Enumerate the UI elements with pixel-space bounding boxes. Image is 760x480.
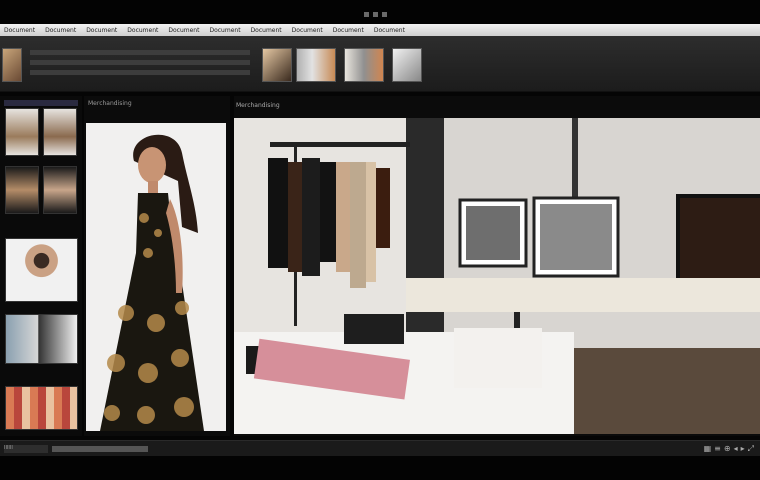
sidebar-header xyxy=(4,100,78,106)
window-bottom-bar xyxy=(0,456,760,480)
next-icon[interactable]: ▸ xyxy=(741,444,745,454)
expand-icon[interactable]: ⤢ xyxy=(748,444,754,454)
horizontal-scrollbar[interactable] xyxy=(52,446,148,452)
studio-scene-panel: Merchandising xyxy=(234,96,760,436)
menu-item[interactable]: Document xyxy=(168,27,199,34)
prev-icon[interactable]: ◂ xyxy=(734,444,738,454)
thumbnail-sidebar xyxy=(0,96,82,436)
model-preview-panel: Merchandising xyxy=(84,96,230,436)
list-icon[interactable]: ≡ xyxy=(714,444,721,454)
menu-item[interactable]: Document xyxy=(333,27,364,34)
toolbar-thumbnail[interactable] xyxy=(392,48,422,82)
toolbar-thumbnail[interactable] xyxy=(262,48,292,82)
studio-illustration xyxy=(234,118,760,434)
toolbar-controls xyxy=(30,50,250,80)
model-preview-image[interactable] xyxy=(86,123,226,431)
menu-item[interactable]: Document xyxy=(86,27,117,34)
model-portrait-thumbnail[interactable] xyxy=(5,238,78,302)
menu-item[interactable]: Document xyxy=(45,27,76,34)
toolbar xyxy=(0,36,760,92)
toolbar-row[interactable] xyxy=(30,70,250,75)
menu-item[interactable]: Document xyxy=(374,27,405,34)
toolbar-thumbnail[interactable] xyxy=(344,48,384,82)
status-icon-group: ▦ ≡ ⊕ ◂ ▸ ⤢ xyxy=(704,444,754,454)
preview-panel-label: Merchandising xyxy=(88,100,132,107)
toolbar-thumbnail[interactable] xyxy=(296,48,336,82)
toolbar-thumbnail[interactable] xyxy=(2,48,22,82)
window-title-mark xyxy=(364,10,396,17)
scene-panel-label: Merchandising xyxy=(236,102,280,109)
window-top-bar xyxy=(0,0,760,24)
garment-thumbnail[interactable] xyxy=(43,108,77,156)
status-field[interactable]: IIIIII xyxy=(4,445,48,453)
color-palette-thumbnail[interactable] xyxy=(5,386,78,430)
status-bar: IIIIII ▦ ≡ ⊕ ◂ ▸ ⤢ xyxy=(0,440,760,456)
menu-bar: Document Document Document Document Docu… xyxy=(0,24,760,36)
toolbar-row[interactable] xyxy=(30,60,250,65)
garment-thumbnail[interactable] xyxy=(43,166,77,214)
zoom-icon[interactable]: ⊕ xyxy=(724,444,731,454)
menu-item[interactable]: Document xyxy=(127,27,158,34)
menu-item[interactable]: Document xyxy=(209,27,240,34)
studio-scene-image[interactable] xyxy=(234,118,760,434)
menu-item[interactable]: Document xyxy=(251,27,282,34)
menu-item[interactable]: Document xyxy=(292,27,323,34)
fabric-swatch-thumbnail[interactable] xyxy=(5,314,78,364)
menu-item[interactable]: Document xyxy=(4,27,35,34)
toolbar-row[interactable] xyxy=(30,50,250,55)
garment-thumbnail[interactable] xyxy=(5,108,39,156)
model-illustration xyxy=(86,123,226,431)
grid-icon[interactable]: ▦ xyxy=(704,444,712,454)
garment-thumbnail[interactable] xyxy=(5,166,39,214)
